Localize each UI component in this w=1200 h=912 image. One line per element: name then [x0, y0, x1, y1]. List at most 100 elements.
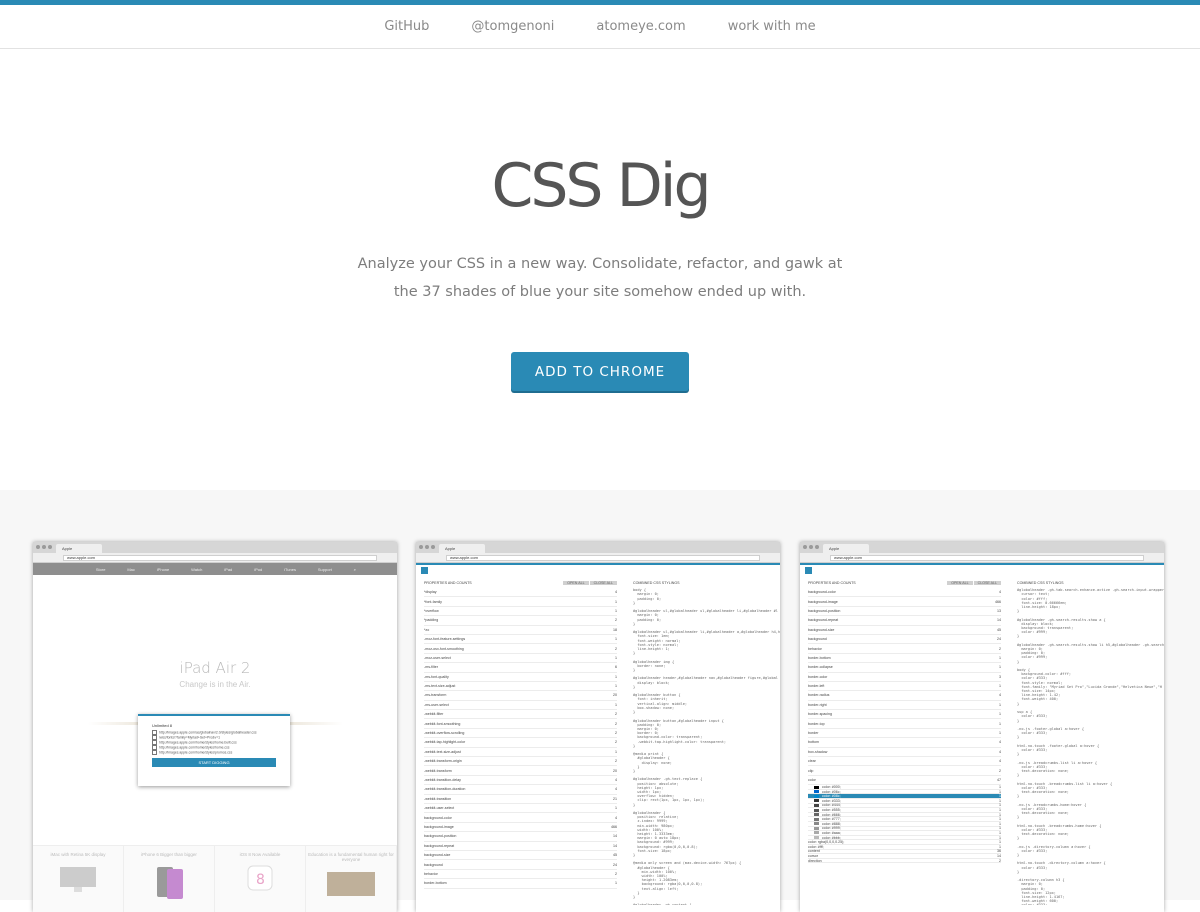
property-name: -webkit-user-select	[424, 806, 455, 811]
panel-header: PROPERTIES AND COUNTS OPEN ALL CLOSE ALL	[424, 581, 617, 585]
property-count: 45	[997, 627, 1001, 632]
property-count: 24	[613, 862, 617, 867]
close-all-button: CLOSE ALL	[973, 581, 1001, 585]
property-name: background-image	[424, 824, 454, 829]
extension-header	[416, 563, 780, 575]
svg-text:8: 8	[256, 872, 265, 888]
property-name: direction	[808, 858, 822, 863]
property-name: bottom	[808, 740, 819, 745]
property-name: -ms-font-quality	[424, 674, 449, 679]
property-row: box-shadow 4	[808, 748, 1001, 758]
screenshot-gallery: Apple www.apple.com Store Mac iPhone Wat…	[0, 490, 1200, 912]
property-row: clear 4	[808, 757, 1001, 767]
property-row: -webkit-transform 20	[424, 766, 617, 776]
property-name: color: #bbb;	[808, 836, 841, 840]
property-count: 2	[615, 721, 617, 726]
promo-ios: iOS 8 Now Available 8	[215, 846, 306, 912]
address-bar: www.apple.com	[446, 555, 760, 561]
property-count: 1	[999, 835, 1001, 840]
property-row: -ms-filter 6	[424, 663, 617, 673]
property-row: border-top 1	[808, 719, 1001, 729]
property-row: -webkit-tap-highlight-color 2	[424, 738, 617, 748]
property-row: *display 4	[424, 588, 617, 598]
window-controls	[419, 545, 435, 549]
property-count: 1	[999, 830, 1001, 835]
nav-link-atomeye[interactable]: atomeye.com	[575, 19, 706, 34]
panel-header: PROPERTIES AND COUNTS OPEN ALL CLOSE ALL	[808, 581, 1001, 585]
property-count: 1	[999, 794, 1001, 799]
property-count: 2	[615, 646, 617, 651]
property-row: color 47	[808, 776, 1001, 786]
property-count: 466	[995, 599, 1001, 604]
property-name: -ms-transform	[424, 693, 447, 698]
color-swatch	[814, 822, 819, 826]
window-controls	[803, 545, 819, 549]
property-count: 2	[999, 768, 1001, 773]
property-count: 47	[997, 778, 1001, 782]
color-swatch	[814, 785, 819, 789]
iphone-thumbnail	[157, 867, 183, 899]
nav-link-work-with-me[interactable]: work with me	[707, 19, 837, 34]
property-name: -ms-filter	[424, 665, 438, 670]
property-count: 4	[999, 693, 1001, 698]
code-panel: COMBINED CSS STYLINGS #globalheader .gh-t…	[1005, 575, 1164, 905]
property-name: color: #08c;	[808, 794, 841, 798]
property-name: *display	[424, 590, 437, 595]
property-row: border 1	[808, 729, 1001, 739]
property-count: 1	[999, 712, 1001, 717]
nav-link-github[interactable]: GitHub	[363, 19, 450, 34]
apple-nav-item: iPad	[224, 566, 233, 572]
property-name: border-radius	[808, 693, 830, 698]
property-count: 1	[999, 798, 1001, 803]
property-count: 1	[999, 702, 1001, 707]
property-name: border-spacing	[808, 712, 832, 717]
property-count: 1	[999, 655, 1001, 660]
start-digging-button: START DIGGING	[152, 758, 276, 767]
property-row: direction 2	[808, 859, 1001, 864]
property-name: clear	[808, 759, 816, 764]
property-count: 1	[999, 807, 1001, 812]
color-swatch	[814, 803, 819, 807]
property-count: 20	[613, 768, 617, 773]
ipad-subtitle: Change is in the Air.	[179, 680, 251, 689]
property-row: behavior 2	[808, 644, 1001, 654]
property-count: 24	[997, 637, 1001, 642]
property-name: -moz-osx-font-smoothing	[424, 646, 464, 651]
property-count: 1	[999, 684, 1001, 689]
properties-panel: PROPERTIES AND COUNTS OPEN ALL CLOSE ALL…	[800, 575, 1005, 905]
property-row: -webkit-user-select 1	[424, 804, 617, 814]
property-row: -webkit-transition-duration 4	[424, 785, 617, 795]
property-count: 4	[999, 759, 1001, 764]
color-swatch	[814, 790, 819, 794]
add-to-chrome-button[interactable]: ADD TO CHROME	[511, 352, 689, 391]
property-name: color: #06c;	[808, 790, 841, 794]
property-name: background	[424, 862, 443, 867]
property-name: border-bottom	[424, 881, 447, 886]
property-row: background-color 4	[424, 813, 617, 823]
property-count: 1	[615, 608, 617, 613]
nav-link-twitter[interactable]: @tomgenoni	[450, 19, 575, 34]
browser-tabstrip: Apple	[800, 542, 1164, 553]
property-name: background-color	[424, 815, 452, 820]
property-name: -webkit-transition-delay	[424, 778, 461, 782]
property-name: *overflow	[424, 608, 439, 613]
property-name: -webkit-filter	[424, 712, 444, 717]
property-count: 1	[999, 789, 1001, 794]
property-count: 21	[613, 796, 617, 801]
property-name: -moz-font-feature-settings	[424, 637, 466, 642]
property-count: 1	[999, 812, 1001, 817]
property-row: background-size 45	[424, 851, 617, 861]
property-name: background-color	[808, 590, 836, 595]
property-name: color: #000;	[808, 785, 841, 789]
property-row: -webkit-overflow-scrolling 2	[424, 729, 617, 739]
property-count: 4	[999, 740, 1001, 745]
browser-tabstrip: Apple	[416, 542, 780, 553]
code-text: body { margin: 0; padding: 0; } #globalh…	[633, 588, 780, 905]
property-row: border-collapse 1	[808, 663, 1001, 673]
property-row: -moz-osx-font-smoothing 2	[424, 644, 617, 654]
property-name: cursor	[808, 853, 818, 858]
apple-nav-item: iPod	[254, 566, 263, 572]
browser-toolbar: www.apple.com	[800, 553, 1164, 563]
property-name: -webkit-transition	[424, 796, 452, 801]
property-count: 1	[615, 599, 617, 604]
